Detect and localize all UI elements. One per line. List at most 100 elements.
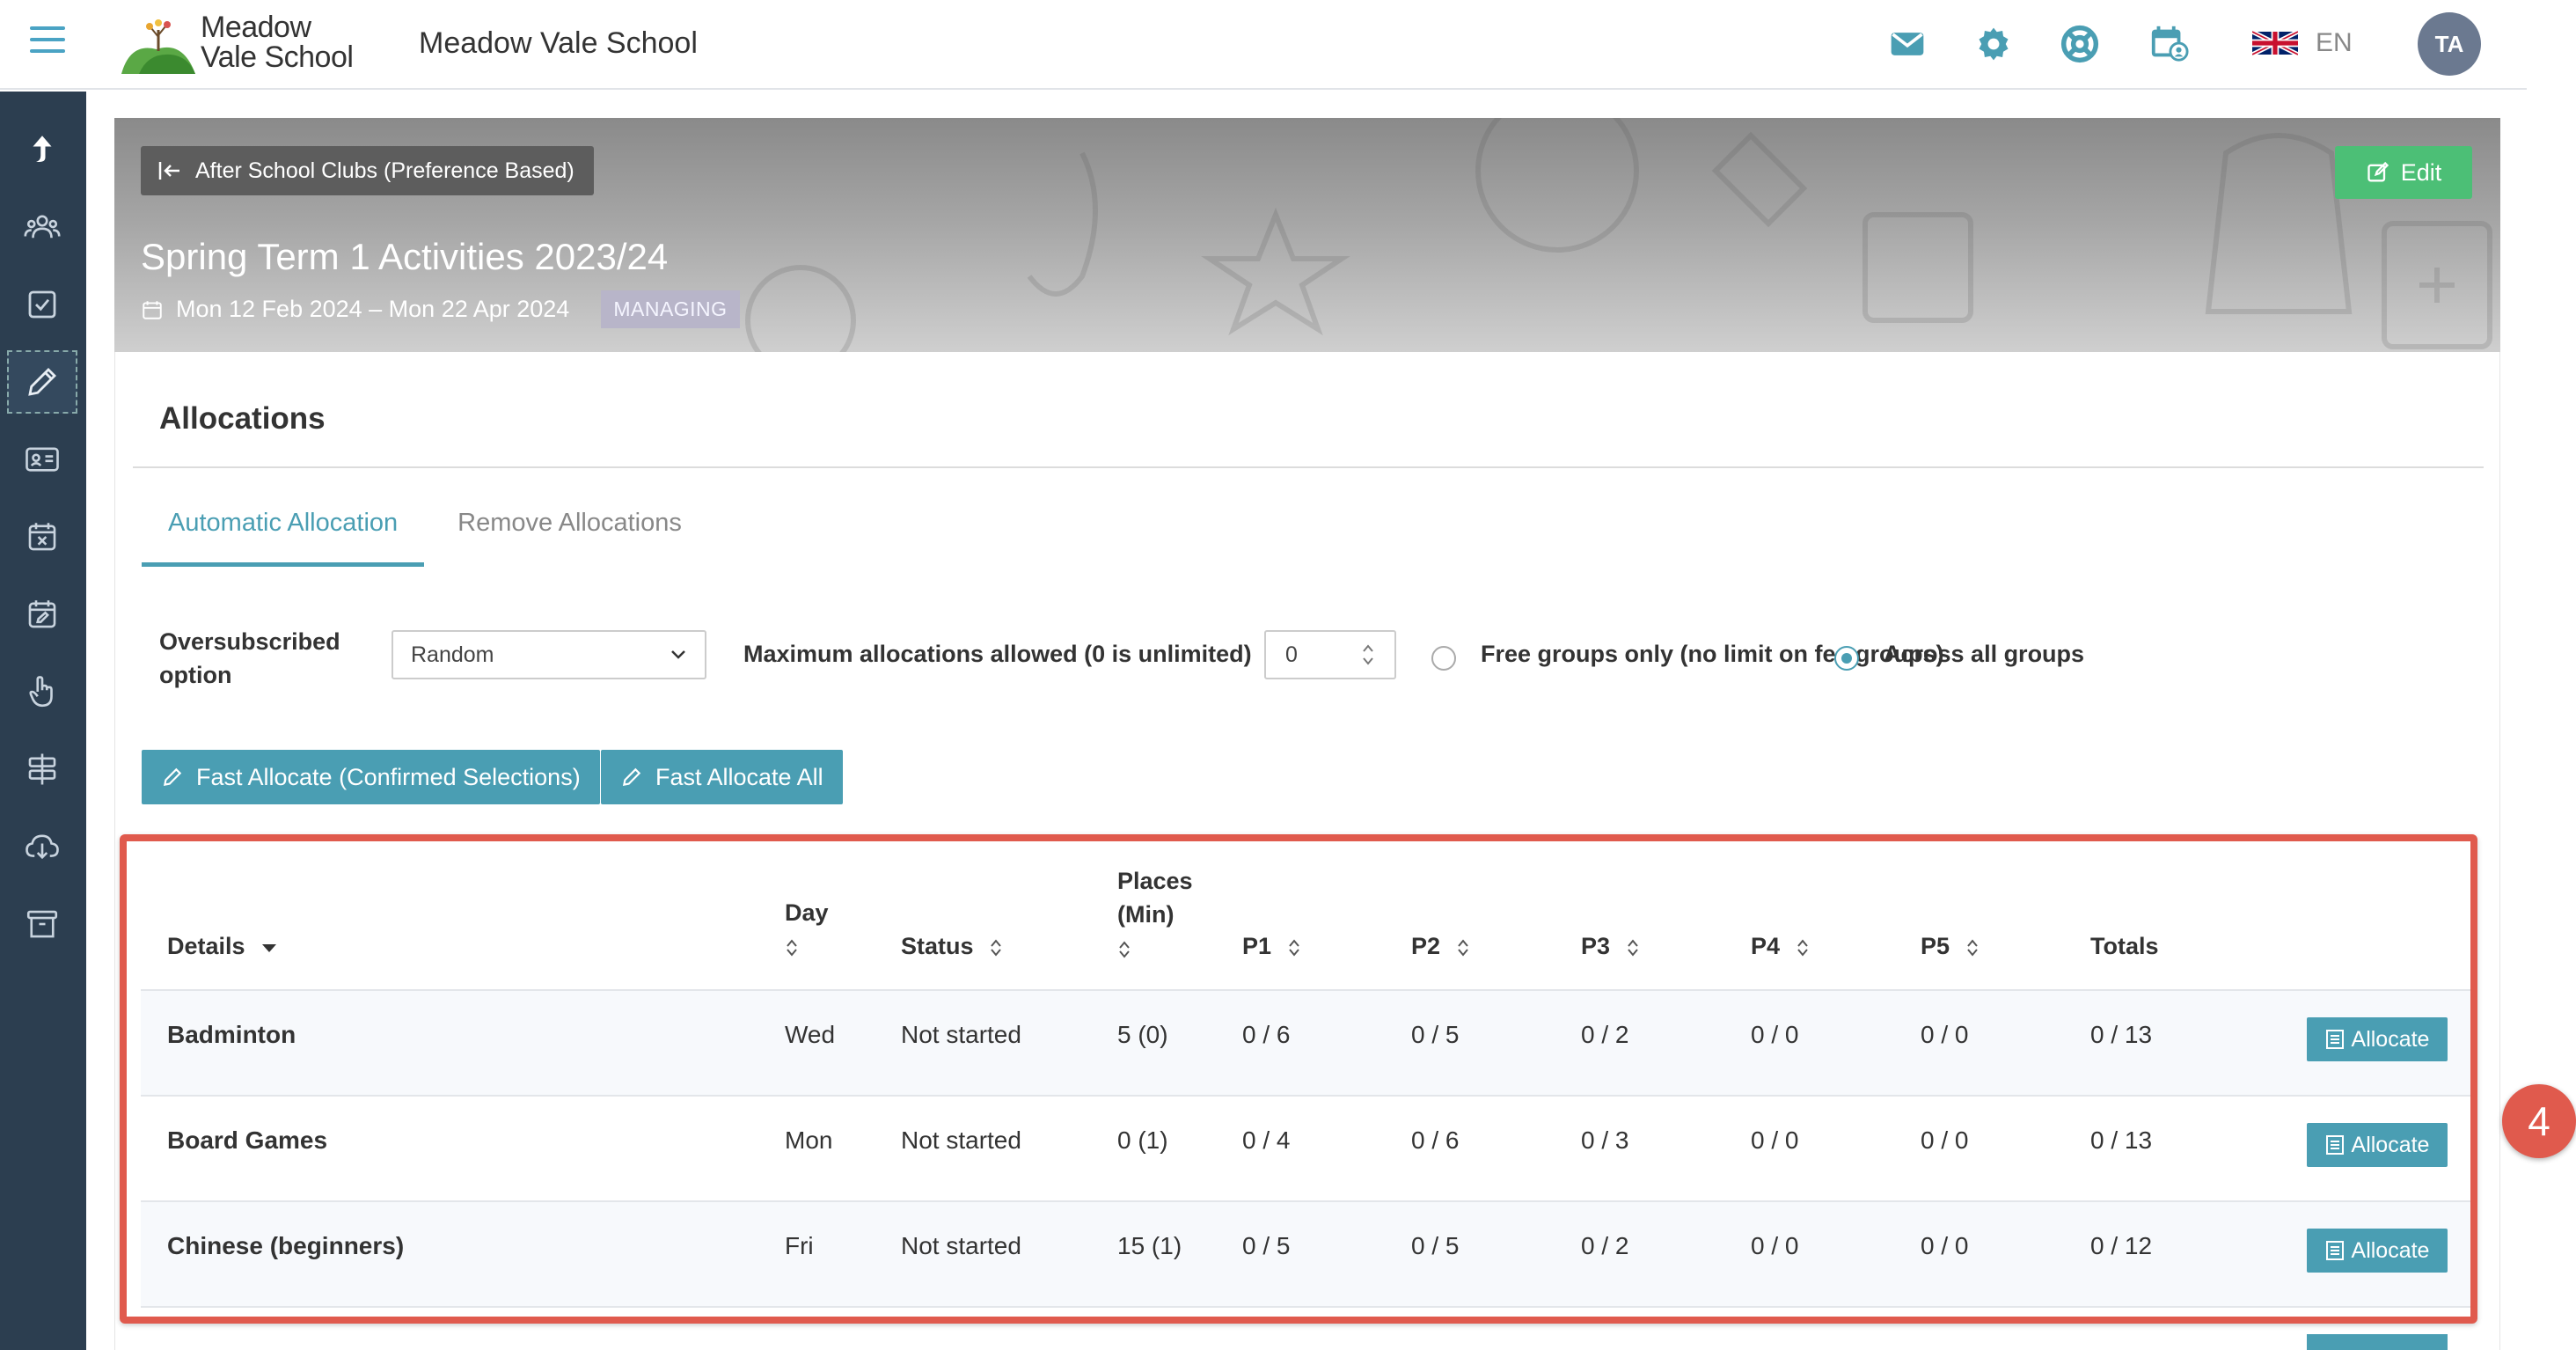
fast-allocate-all-button[interactable]: Fast Allocate All xyxy=(601,750,843,804)
sort-icon[interactable] xyxy=(1965,938,1980,957)
logo-line-1: Meadow xyxy=(201,11,311,44)
mail-icon[interactable] xyxy=(1888,25,1927,63)
fast-allocate-all-label: Fast Allocate All xyxy=(655,763,823,790)
activity-p4: 0 / 0 xyxy=(1751,1021,1799,1048)
allocate-button-label: Allocate xyxy=(2351,1026,2430,1052)
activity-places: 5 (0) xyxy=(1117,1021,1168,1048)
column-header-p2[interactable]: P2 xyxy=(1411,929,1470,963)
activity-totals: 0 / 12 xyxy=(2090,1232,2153,1259)
archive-icon[interactable] xyxy=(7,892,77,956)
p2-header-label: P2 xyxy=(1411,933,1441,959)
tab-remove-allocations[interactable]: Remove Allocations xyxy=(431,503,708,567)
signpost-icon[interactable] xyxy=(7,737,77,801)
column-header-day[interactable]: Day xyxy=(785,896,829,963)
sort-desc-icon[interactable] xyxy=(260,942,278,954)
details-header-label: Details xyxy=(167,933,245,959)
status-badge: MANAGING xyxy=(601,290,740,328)
list-icon xyxy=(2325,1135,2344,1155)
settings-icon[interactable] xyxy=(1974,25,2013,63)
column-header-totals: Totals xyxy=(2090,933,2159,959)
activity-name: Badminton xyxy=(167,1021,296,1048)
uk-flag-icon[interactable] xyxy=(2252,30,2298,56)
sort-icon[interactable] xyxy=(1117,940,1131,959)
date-range-row: Mon 12 Feb 2024 – Mon 22 Apr 2024 MANAGI… xyxy=(141,290,740,328)
edit-button-label: Edit xyxy=(2400,158,2442,186)
column-header-places[interactable]: Places (Min) xyxy=(1117,864,1193,965)
places-header-line-1: Places xyxy=(1117,868,1193,894)
sort-icon[interactable] xyxy=(1287,938,1301,957)
hamburger-menu-icon[interactable] xyxy=(30,26,65,58)
hand-pointer-icon[interactable] xyxy=(7,660,77,723)
calendar-user-icon[interactable] xyxy=(2148,23,2189,62)
oversubscribed-option-select[interactable]: Random xyxy=(392,630,706,679)
activity-p2: 0 / 5 xyxy=(1411,1232,1460,1259)
allocate-button-label: Allocate xyxy=(2351,1237,2430,1263)
column-header-p5[interactable]: P5 xyxy=(1921,929,1980,963)
p3-header-label: P3 xyxy=(1581,933,1611,959)
share-icon[interactable] xyxy=(7,118,77,181)
allocation-tabs: Automatic Allocation Remove Allocations xyxy=(142,503,708,567)
tree-hill-logo-icon xyxy=(121,19,195,74)
max-allocations-input[interactable]: 0 xyxy=(1264,630,1396,679)
activity-day: Wed xyxy=(785,1021,836,1048)
school-name: Meadow Vale School xyxy=(419,26,698,60)
tab-automatic-allocation[interactable]: Automatic Allocation xyxy=(142,503,425,567)
day-header-label: Day xyxy=(785,899,829,926)
activity-places: 0 (1) xyxy=(1117,1126,1168,1154)
user-avatar[interactable]: TA xyxy=(2418,12,2481,76)
activity-header-banner: After School Clubs (Preference Based) Ed… xyxy=(114,118,2500,352)
back-to-club-button[interactable]: After School Clubs (Preference Based) xyxy=(141,146,594,195)
column-header-p1[interactable]: P1 xyxy=(1242,929,1301,963)
pencil-icon[interactable] xyxy=(7,350,77,414)
activity-p3: 0 / 2 xyxy=(1581,1232,1629,1259)
sort-icon[interactable] xyxy=(1456,938,1470,957)
activity-totals: 0 / 13 xyxy=(2090,1021,2153,1048)
sort-icon[interactable] xyxy=(1796,938,1810,957)
edit-icon xyxy=(2367,161,2389,182)
oversubscribed-label-line-1: Oversubscribed xyxy=(159,628,340,655)
p1-header-label: P1 xyxy=(1242,933,1272,959)
activity-p5: 0 / 0 xyxy=(1921,1021,1969,1048)
language-selector[interactable]: EN xyxy=(2316,28,2353,58)
activity-p4: 0 / 0 xyxy=(1751,1232,1799,1259)
pencil-icon xyxy=(163,767,182,787)
logo-line-2: Vale School xyxy=(201,40,354,74)
sort-icon[interactable] xyxy=(785,938,799,957)
column-header-status[interactable]: Status xyxy=(901,929,1003,963)
column-header-details[interactable]: Details xyxy=(167,929,278,963)
activity-p2: 0 / 5 xyxy=(1411,1021,1460,1048)
allocate-button[interactable]: Allocate xyxy=(2307,1017,2448,1061)
activity-name: Board Games xyxy=(167,1126,328,1154)
cloud-download-icon[interactable] xyxy=(7,815,77,878)
checkbox-icon[interactable] xyxy=(7,273,77,336)
support-icon[interactable] xyxy=(2060,25,2099,63)
select-value: Random xyxy=(411,642,494,667)
sort-icon[interactable] xyxy=(1626,938,1640,957)
column-header-p3[interactable]: P3 xyxy=(1581,929,1640,963)
sort-icon[interactable] xyxy=(989,938,1003,957)
column-header-p4[interactable]: P4 xyxy=(1751,929,1810,963)
stepper-icon[interactable] xyxy=(1361,642,1375,668)
activity-p1: 0 / 6 xyxy=(1242,1021,1291,1048)
allocate-button[interactable]: Allocate xyxy=(2307,1123,2448,1167)
oversubscribed-option-label: Oversubscribed option xyxy=(159,625,340,692)
activity-name: Chinese (beginners) xyxy=(167,1232,405,1259)
people-icon[interactable] xyxy=(7,195,77,259)
list-icon xyxy=(2325,1030,2344,1049)
allocate-button[interactable]: Allocate xyxy=(2307,1229,2448,1273)
p4-header-label: P4 xyxy=(1751,933,1781,959)
fast-allocate-confirmed-button[interactable]: Fast Allocate (Confirmed Selections) xyxy=(142,750,600,804)
radio-free-groups[interactable] xyxy=(1431,646,1456,671)
allocate-button-partial[interactable] xyxy=(2307,1334,2448,1350)
activity-p1: 0 / 5 xyxy=(1242,1232,1291,1259)
activity-places: 15 (1) xyxy=(1117,1232,1182,1259)
fast-allocate-confirmed-label: Fast Allocate (Confirmed Selections) xyxy=(196,763,581,790)
activity-p3: 0 / 3 xyxy=(1581,1126,1629,1154)
school-logo[interactable]: Meadow Vale School xyxy=(121,11,354,74)
radio-across-all-groups[interactable] xyxy=(1834,646,1859,671)
allocate-button-label: Allocate xyxy=(2351,1132,2430,1157)
calendar-x-icon[interactable] xyxy=(7,505,77,569)
calendar-edit-icon[interactable] xyxy=(7,583,77,646)
edit-button[interactable]: Edit xyxy=(2335,146,2472,199)
id-card-icon[interactable] xyxy=(7,428,77,491)
